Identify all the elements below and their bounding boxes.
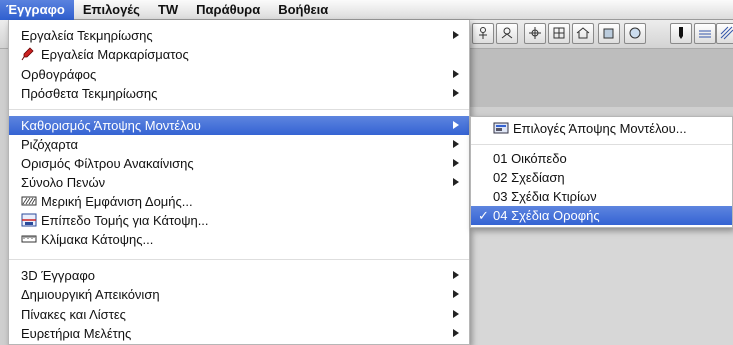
submenu-arrow-icon [453, 290, 459, 298]
menu-item-label: Πίνακες και Λίστες [21, 307, 126, 322]
menu-item-label: 3D Έγγραφο [21, 268, 95, 283]
tool-grid-icon[interactable] [548, 23, 570, 44]
submenu-arrow-icon [453, 178, 459, 186]
menu-separator [471, 144, 732, 145]
app-panel [470, 49, 733, 107]
tool-figure-icon[interactable] [472, 23, 494, 44]
menu-item-3d-document[interactable]: 3D Έγγραφο [9, 266, 469, 285]
menu-document[interactable]: Έγγραφο [0, 0, 74, 20]
submenu-item-04[interactable]: ✓ 04 Σχέδια Οροφής [471, 206, 732, 225]
menu-item-partial-structure[interactable]: Μερική Εμφάνιση Δομής... [9, 192, 469, 211]
menu-options[interactable]: Επιλογές [74, 0, 149, 20]
tool-crosshair-icon[interactable] [524, 23, 546, 44]
tool-box-icon[interactable] [598, 23, 620, 44]
submenu-arrow-icon [453, 271, 459, 279]
view-options-icon [493, 121, 509, 135]
tool-lines-icon[interactable] [694, 23, 716, 44]
menu-bar: Έγγραφο Επιλογές TW Παράθυρα Βοήθεια [0, 0, 733, 20]
menu-separator [9, 109, 469, 110]
menu-windows[interactable]: Παράθυρα [187, 0, 269, 20]
hatch-structure-icon [21, 194, 37, 208]
menu-item-label: Ευρετήρια Μελέτης [21, 326, 132, 341]
menu-item-label: Δημιουργική Απεικόνιση [21, 287, 160, 302]
submenu-item-01[interactable]: 01 Οικόπεδο [471, 149, 732, 168]
submenu-arrow-icon [453, 89, 459, 97]
submenu-arrow-icon [453, 121, 459, 129]
menu-help[interactable]: Βοήθεια [269, 0, 337, 20]
menu-separator [9, 259, 469, 260]
menu-item-pen-sets[interactable]: Σύνολο Πενών [9, 173, 469, 192]
submenu-arrow-icon [453, 159, 459, 167]
menu-item-model-view[interactable]: Καθορισμός Άποψης Μοντέλου [9, 116, 469, 135]
section-plane-icon [21, 213, 37, 227]
submenu-item-02[interactable]: 02 Σχεδίαση [471, 168, 732, 187]
menu-item-label: Εργαλεία Μαρκαρίσματος [41, 47, 189, 62]
menu-item-markup-tools[interactable]: Εργαλεία Μαρκαρίσματος [9, 45, 469, 64]
menu-item-label: Ορισμός Φίλτρου Ανακαίνισης [21, 156, 194, 171]
tool-figure2-icon[interactable] [496, 23, 518, 44]
menu-item-label: Επίπεδο Τομής για Κάτοψη... [41, 213, 209, 228]
submenu-item-label: 04 Σχέδια Οροφής [493, 208, 600, 223]
tool-pen-icon[interactable] [670, 23, 692, 44]
tool-render-icon[interactable] [624, 23, 646, 44]
menu-item-renovation-filter[interactable]: Ορισμός Φίλτρου Ανακαίνισης [9, 154, 469, 173]
menu-item-project-indexes[interactable]: Ευρετήρια Μελέτης [9, 324, 469, 343]
menu-item-trace[interactable]: Ριζόχαρτα [9, 135, 469, 154]
menu-item-spellchecker[interactable]: Ορθογράφος [9, 65, 469, 84]
submenu-arrow-icon [453, 31, 459, 39]
menu-item-schedules-lists[interactable]: Πίνακες και Λίστες [9, 305, 469, 324]
menu-item-label: Ριζόχαρτα [21, 137, 78, 152]
menu-item-label: Καθορισμός Άποψης Μοντέλου [21, 118, 201, 133]
menu-item-floor-plan-scale[interactable]: Κλίμακα Κάτοψης... [9, 230, 469, 249]
menu-item-section-plane[interactable]: Επίπεδο Τομής για Κάτοψη... [9, 211, 469, 230]
menu-item-creative-imaging[interactable]: Δημιουργική Απεικόνιση [9, 285, 469, 304]
submenu-arrow-icon [453, 329, 459, 337]
submenu-arrow-icon [453, 140, 459, 148]
menu-item-label: Μερική Εμφάνιση Δομής... [41, 194, 193, 209]
marker-pen-icon [21, 47, 37, 61]
submenu-item-view-options[interactable]: Επιλογές Άποψης Μοντέλου... [471, 119, 732, 138]
menu-tw[interactable]: TW [149, 0, 187, 20]
menu-item-label: Εργαλεία Τεκμηρίωσης [21, 28, 153, 43]
menu-item-label: Σύνολο Πενών [21, 175, 106, 190]
menu-item-documentation-addons[interactable]: Πρόσθετα Τεκμηρίωσης [9, 84, 469, 103]
document-menu: Εργαλεία Τεκμηρίωσης Εργαλεία Μαρκαρίσμα… [8, 20, 470, 345]
submenu-item-label: 03 Σχέδια Κτιρίων [493, 189, 597, 204]
submenu-arrow-icon [453, 310, 459, 318]
submenu-item-label: Επιλογές Άποψης Μοντέλου... [513, 121, 687, 136]
menu-item-label: Κλίμακα Κάτοψης... [41, 232, 154, 247]
submenu-item-03[interactable]: 03 Σχέδια Κτιρίων [471, 187, 732, 206]
submenu-item-label: 02 Σχεδίαση [493, 170, 565, 185]
menu-item-label: Ορθογράφος [21, 67, 97, 82]
submenu-item-label: 01 Οικόπεδο [493, 151, 567, 166]
submenu-arrow-icon [453, 70, 459, 78]
model-view-submenu: Επιλογές Άποψης Μοντέλου... 01 Οικόπεδο … [470, 116, 733, 228]
checkmark-icon: ✓ [478, 208, 489, 223]
menu-item-documentation-tools[interactable]: Εργαλεία Τεκμηρίωσης [9, 26, 469, 45]
menu-item-label: Πρόσθετα Τεκμηρίωσης [21, 86, 158, 101]
scale-icon [21, 232, 37, 246]
app-panel-lower [470, 228, 733, 345]
tool-hatch-icon[interactable] [716, 23, 733, 44]
tool-house-icon[interactable] [572, 23, 594, 44]
